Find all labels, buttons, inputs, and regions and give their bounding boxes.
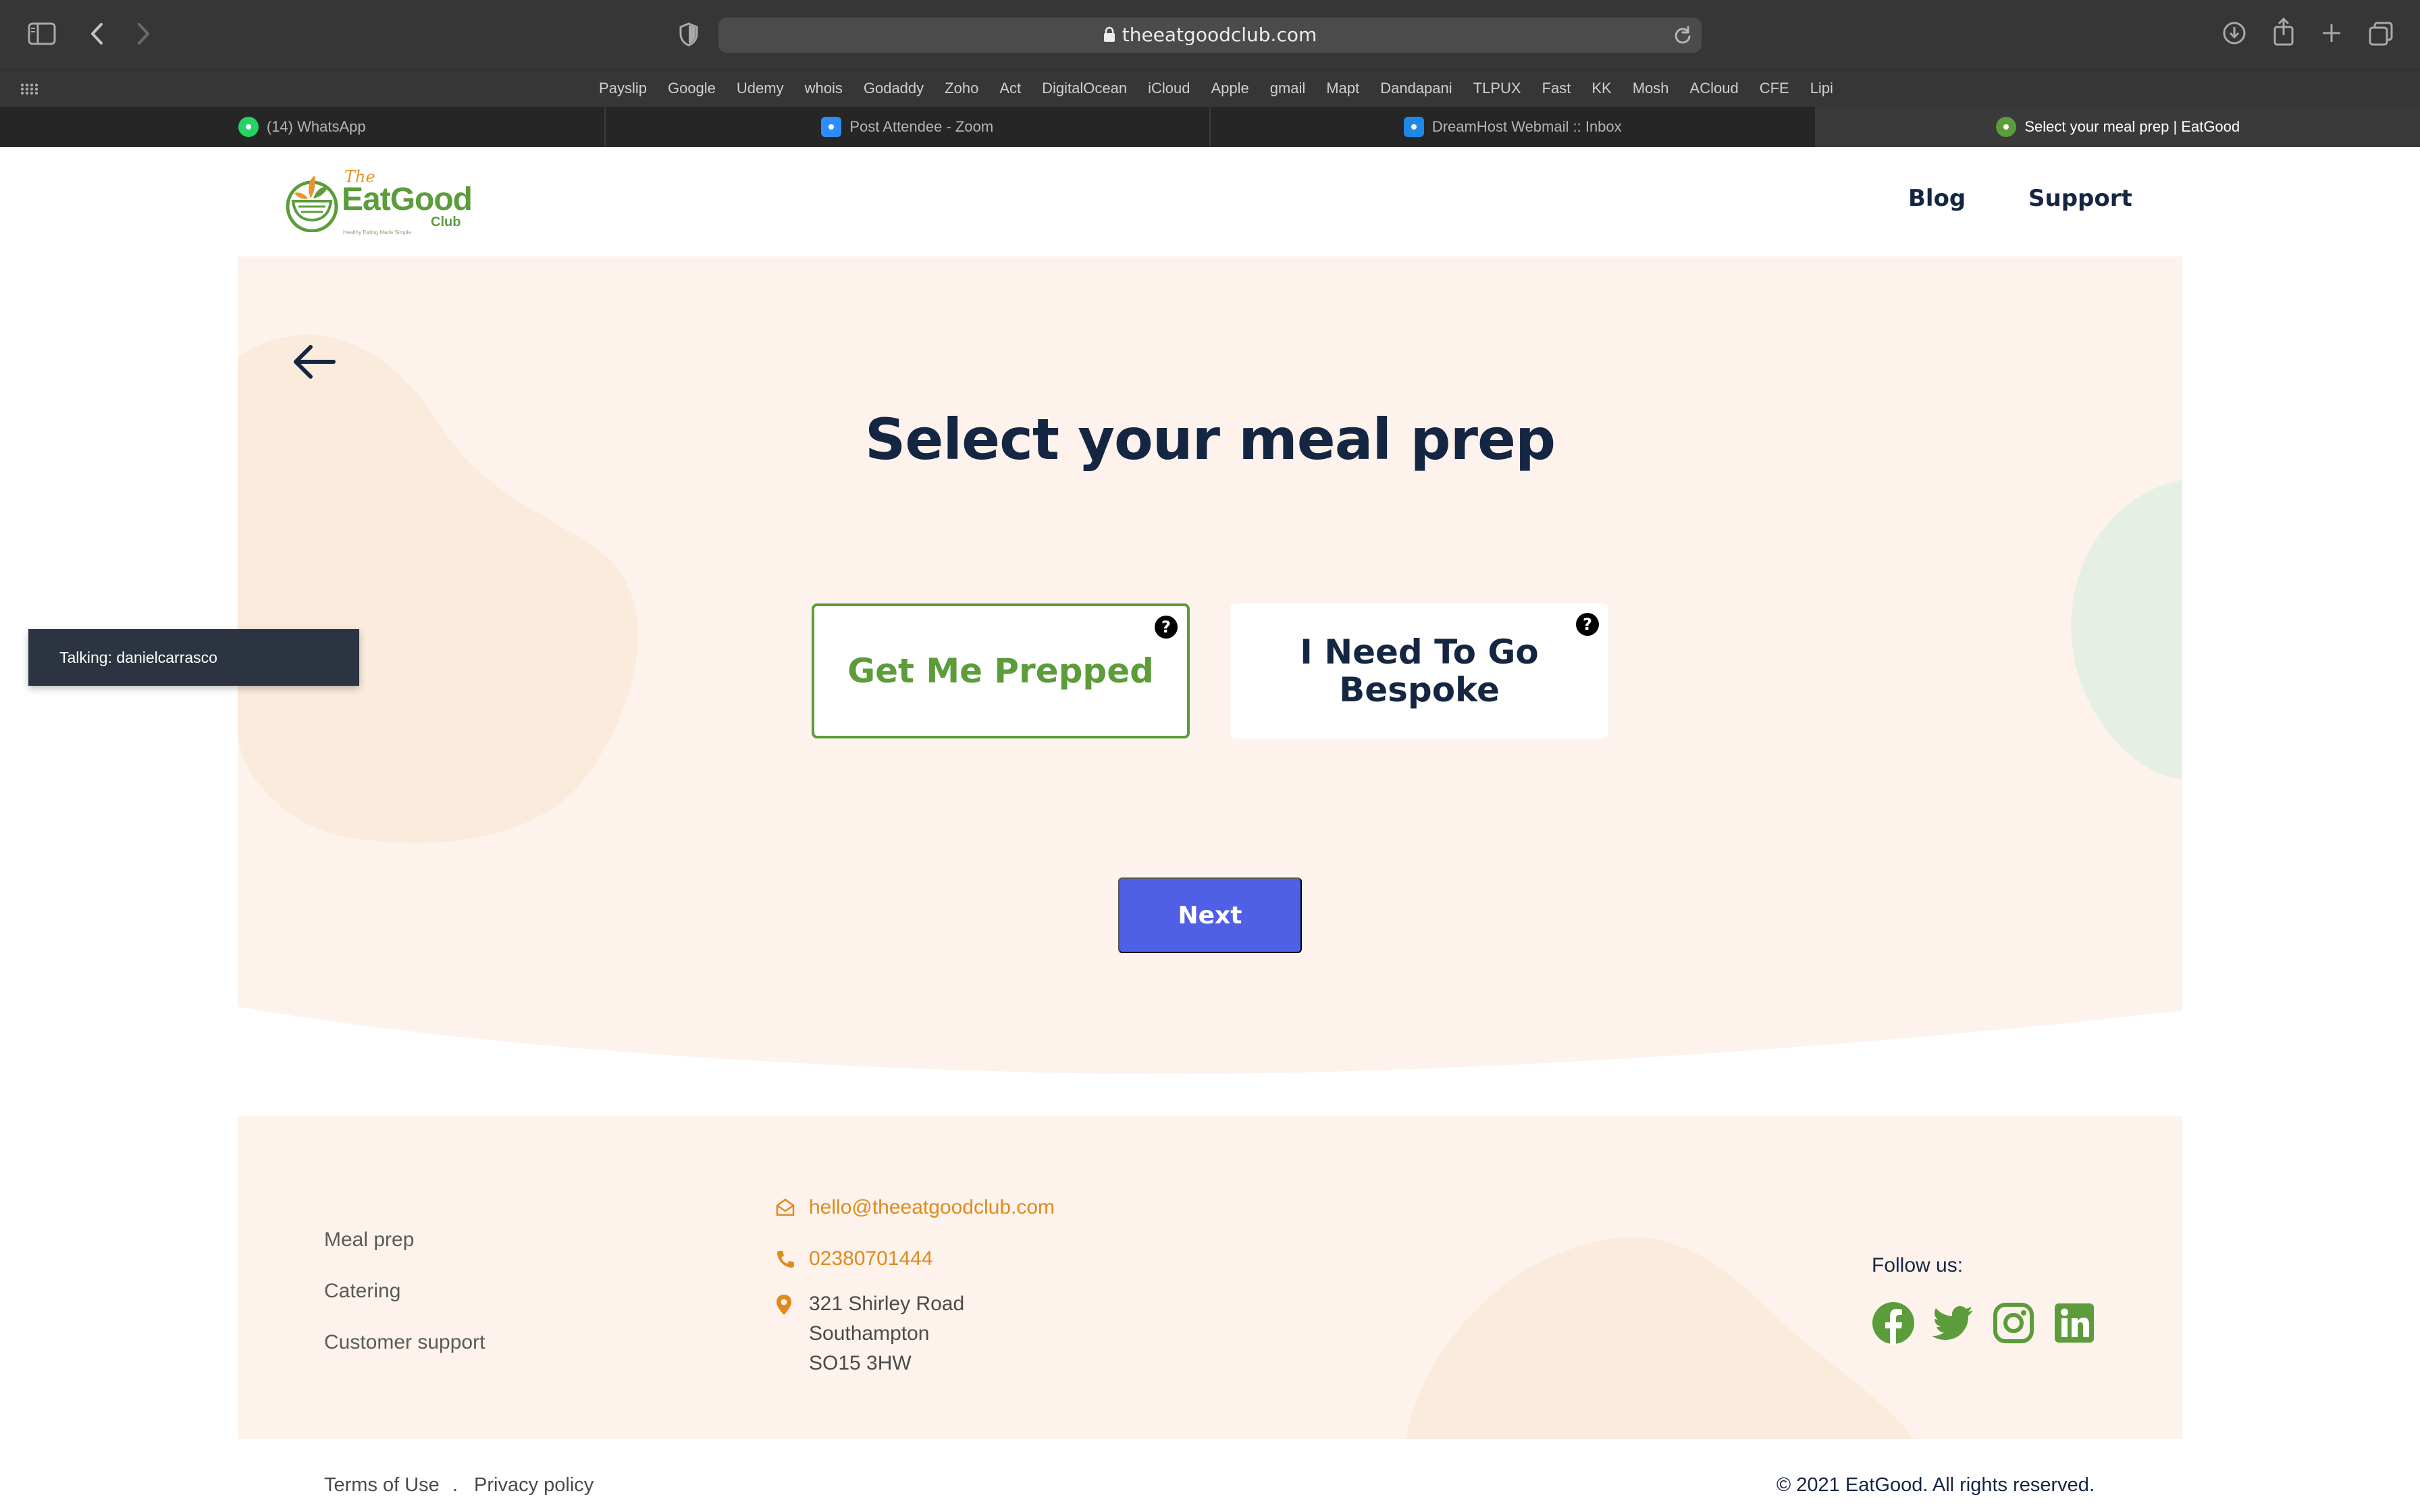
privacy-link[interactable]: Privacy policy xyxy=(474,1474,594,1496)
favorite-link[interactable]: Fast xyxy=(1542,80,1571,97)
favorite-link[interactable]: Godaddy xyxy=(864,80,924,97)
dreamhost-icon xyxy=(1403,117,1424,137)
tab-title: (14) WhatsApp xyxy=(266,118,366,135)
privacy-shield-icon[interactable] xyxy=(678,22,700,47)
favorite-link[interactable]: whois xyxy=(805,80,843,97)
page-title: Select your meal prep xyxy=(864,406,1556,473)
hero-section: Select your meal prep Get Me Prepped ? I… xyxy=(238,256,2182,1080)
option-get-me-prepped[interactable]: Get Me Prepped ? xyxy=(812,603,1190,738)
tab-title: DreamHost Webmail :: Inbox xyxy=(1431,118,1622,135)
help-icon[interactable]: ? xyxy=(1576,613,1599,636)
talking-text: Talking: danielcarrasco xyxy=(59,648,217,666)
option-bespoke[interactable]: I Need To Go Bespoke ? xyxy=(1230,603,1608,738)
footer-bottom-bar: Terms of Use . Privacy policy © 2021 Eat… xyxy=(238,1439,2182,1512)
tab-title: Post Attendee - Zoom xyxy=(849,118,994,135)
favorite-link[interactable]: iCloud xyxy=(1148,80,1190,97)
favorite-link[interactable]: CFE xyxy=(1760,80,1789,97)
eatgood-logo[interactable]: The EatGood Club Healthy Eating Made Sim… xyxy=(284,167,473,236)
favorite-link[interactable]: KK xyxy=(1592,80,1611,97)
favorite-link[interactable]: ACloud xyxy=(1690,80,1739,97)
downloads-icon[interactable] xyxy=(2221,20,2247,46)
link-separator: . xyxy=(452,1474,458,1496)
logo-bowl-icon xyxy=(286,176,338,232)
sidebar-toggle-icon[interactable] xyxy=(27,22,57,46)
footer-email[interactable]: hello@theeatgoodclub.com xyxy=(776,1196,1055,1219)
favorite-link[interactable]: Zoho xyxy=(945,80,978,97)
nav-support[interactable]: Support xyxy=(2028,185,2132,212)
browser-tab[interactable]: Select your meal prep | EatGood xyxy=(1816,107,2420,147)
location-pin-icon xyxy=(775,1293,793,1322)
site-footer: Meal prep Catering Customer support hell… xyxy=(238,1116,2182,1439)
favorite-link[interactable]: Google xyxy=(668,80,716,97)
address-line: SO15 3HW xyxy=(809,1352,912,1374)
favorites-bar: Payslip Google Udemy whois Godaddy Zoho Act Dig… xyxy=(0,69,2420,107)
tab-overview-icon[interactable] xyxy=(2369,22,2393,46)
address-line: 321 Shirley Road xyxy=(809,1293,965,1315)
logo-tagline: Healthy Eating Made Simple xyxy=(343,230,411,236)
option-label: Get Me Prepped xyxy=(847,651,1154,691)
favorite-link[interactable]: Apple xyxy=(1211,80,1248,97)
new-tab-icon[interactable] xyxy=(2320,22,2343,45)
site-header: The EatGood Club Healthy Eating Made Sim… xyxy=(238,147,2182,256)
url-text: theeatgoodclub.com xyxy=(1122,24,1317,46)
zoom-talking-indicator: Talking: danielcarrasco xyxy=(28,629,359,686)
reload-icon[interactable] xyxy=(1673,26,1692,47)
address-line: Southampton xyxy=(809,1322,930,1345)
facebook-icon[interactable] xyxy=(1872,1301,1915,1345)
favorite-link[interactable]: Lipi xyxy=(1810,80,1833,97)
mail-icon xyxy=(775,1197,795,1223)
footer-link-catering[interactable]: Catering xyxy=(324,1280,400,1303)
footer-decoration xyxy=(1405,1237,1914,1439)
footer-address: 321 Shirley Road Southampton SO15 3HW xyxy=(777,1289,965,1378)
copyright-text: © 2021 EatGood. All rights reserved. xyxy=(1776,1474,2095,1496)
favorite-link[interactable]: gmail xyxy=(1270,80,1306,97)
favorite-link[interactable]: Mosh xyxy=(1633,80,1669,97)
tab-bar: (14) WhatsApp Post Attendee - Zoom DreamHo… xyxy=(0,107,2420,147)
favorite-link[interactable]: Act xyxy=(999,80,1021,97)
instagram-icon[interactable] xyxy=(1992,1301,2035,1345)
browser-tab[interactable]: (14) WhatsApp xyxy=(0,107,606,147)
twitter-icon[interactable] xyxy=(1931,1301,1974,1345)
lock-icon xyxy=(1103,19,1115,54)
terms-link[interactable]: Terms of Use xyxy=(324,1474,440,1496)
email-text: hello@theeatgoodclub.com xyxy=(809,1196,1055,1218)
browser-toolbar: theeatgoodclub.com xyxy=(0,0,2420,69)
favorite-link[interactable]: DigitalOcean xyxy=(1042,80,1127,97)
zoom-icon xyxy=(821,117,842,137)
logo-club-text: Club xyxy=(431,215,461,230)
browser-tab[interactable]: DreamHost Webmail :: Inbox xyxy=(1211,107,1816,147)
footer-phone[interactable]: 02380701444 xyxy=(777,1247,933,1270)
linkedin-icon[interactable] xyxy=(2053,1301,2096,1345)
back-arrow-icon[interactable] xyxy=(292,344,336,382)
favorite-link[interactable]: Payslip xyxy=(599,80,647,97)
phone-icon xyxy=(775,1249,795,1274)
whatsapp-icon xyxy=(238,117,259,137)
favorite-link[interactable]: Mapt xyxy=(1326,80,1359,97)
page: The EatGood Club Healthy Eating Made Sim… xyxy=(238,147,2182,1512)
logo-main-text: EatGood xyxy=(342,182,473,217)
eatgood-icon xyxy=(1996,117,2017,137)
forward-nav-icon[interactable] xyxy=(134,22,154,46)
nav-blog[interactable]: Blog xyxy=(1908,185,1966,212)
next-button[interactable]: Next xyxy=(1118,878,1302,953)
follow-us-label: Follow us: xyxy=(1872,1254,1964,1276)
back-nav-icon[interactable] xyxy=(86,22,107,46)
favorite-link[interactable]: TLPUX xyxy=(1473,80,1521,97)
address-bar[interactable]: theeatgoodclub.com xyxy=(718,18,1702,53)
tab-title: Select your meal prep | EatGood xyxy=(2024,118,2240,135)
footer-link-meal-prep[interactable]: Meal prep xyxy=(324,1228,414,1251)
phone-text: 02380701444 xyxy=(809,1247,933,1270)
hero-background xyxy=(238,256,2182,1075)
option-label: I Need To Go Bespoke xyxy=(1300,632,1539,709)
share-icon[interactable] xyxy=(2271,18,2296,46)
help-icon[interactable]: ? xyxy=(1155,616,1178,639)
favorite-link[interactable]: Udemy xyxy=(737,80,784,97)
footer-link-customer-support[interactable]: Customer support xyxy=(324,1331,485,1354)
browser-tab[interactable]: Post Attendee - Zoom xyxy=(606,107,1211,147)
favorite-link[interactable]: Dandapani xyxy=(1380,80,1452,97)
favorites-list: Payslip Google Udemy whois Godaddy Zoho Act Dig… xyxy=(0,70,2420,107)
